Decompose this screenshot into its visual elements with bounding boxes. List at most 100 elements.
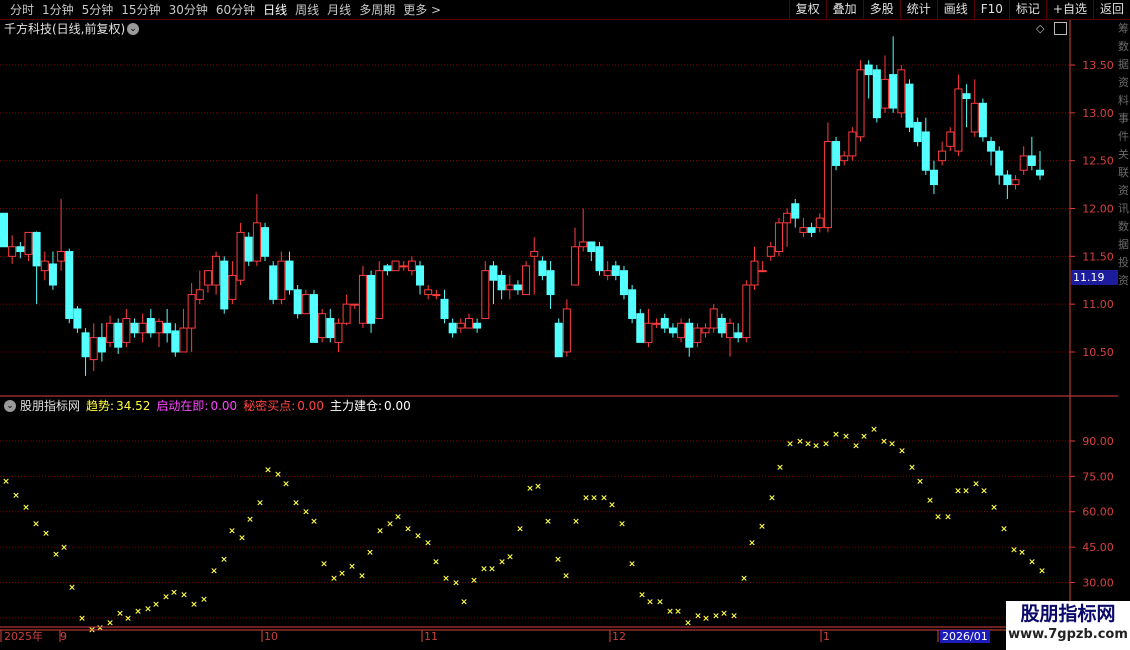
side-tab-glyph[interactable]: 数: [1118, 218, 1130, 236]
candle-up: [342, 303, 351, 324]
indicator-dot: ×: [144, 604, 152, 614]
side-tab-glyph[interactable]: 件: [1118, 128, 1130, 146]
candle-down: [448, 322, 457, 334]
indicator-dot: ×: [656, 597, 664, 607]
candle-down: [309, 294, 318, 343]
candle-up: [358, 274, 367, 324]
side-tab-glyph[interactable]: 投: [1118, 254, 1130, 272]
indicator-dot: ×: [1010, 545, 1018, 555]
candle-up: [848, 131, 857, 157]
indicator-dot: ×: [68, 583, 76, 593]
side-tab-glyph[interactable]: 事: [1118, 110, 1130, 128]
start-label: 启动在即:: [156, 399, 209, 413]
indicator-dot: ×: [990, 503, 998, 513]
chevron-down-icon[interactable]: ⌄: [4, 400, 16, 412]
candle-up: [318, 313, 327, 339]
side-tab-glyph[interactable]: 资: [1118, 272, 1130, 290]
indicator-dot: ×: [666, 607, 674, 617]
trend-value: 34.52: [116, 399, 151, 413]
candle-up: [897, 69, 906, 114]
indicator-dot: ×: [238, 534, 246, 544]
candle-down: [889, 74, 898, 109]
indicator-dot: ×: [740, 574, 748, 584]
indicator-dot: ×: [796, 437, 804, 447]
candle-down: [685, 322, 694, 348]
side-tab-glyph[interactable]: 关: [1118, 146, 1130, 164]
indicator-header: ⌄ 股朋指标网 趋势: 34.52 启动在即: 0.00 秘密买点: 0.00 …: [4, 398, 413, 414]
candlestick-series: [0, 36, 1044, 376]
chart-canvas[interactable]: 10.5011.0011.5012.0012.5013.0013.50 15.0…: [0, 0, 1130, 650]
indicator-dot: ×: [1018, 548, 1026, 558]
side-tab-glyph[interactable]: 讯: [1118, 200, 1130, 218]
indicator-dot: ×: [190, 600, 198, 610]
indicator-dot: ×: [812, 442, 820, 452]
candle-down: [285, 260, 294, 291]
indicator-tick-label: 60.00: [1082, 506, 1114, 519]
side-tab-glyph[interactable]: 据: [1118, 56, 1130, 74]
time-tick-label: 2025年: [4, 630, 43, 643]
candle-down: [261, 227, 270, 257]
indicator-dot: ×: [264, 465, 272, 475]
side-tab-glyph[interactable]: 数: [1118, 38, 1130, 56]
candle-up: [252, 222, 261, 262]
candle-up: [726, 322, 735, 339]
indicator-dot: ×: [200, 595, 208, 605]
indicator-dot: ×: [852, 442, 860, 452]
indicator-tick-label: 90.00: [1082, 435, 1114, 448]
candle-down: [905, 83, 914, 128]
indicator-dot: ×: [618, 520, 626, 530]
price-tick-label: 11.00: [1082, 298, 1114, 311]
candle-down: [367, 274, 376, 324]
candle-down: [73, 308, 82, 329]
indicator-dot: ×: [554, 555, 562, 565]
indicator-dot: ×: [608, 501, 616, 511]
candle-up: [138, 322, 147, 334]
candle-up: [456, 322, 465, 329]
time-tick-label: 1: [823, 630, 830, 643]
candle-up: [505, 284, 514, 291]
candle-down: [326, 317, 335, 339]
time-tick-label: 12: [612, 630, 626, 643]
candle-down: [81, 332, 90, 358]
candle-down: [913, 121, 922, 143]
candle-up: [24, 231, 33, 255]
candle-up: [750, 260, 759, 286]
indicator-dot: ×: [330, 574, 338, 584]
indicator-dot: ×: [944, 512, 952, 522]
indicator-dot: ×: [228, 527, 236, 537]
indicator-dot: ×: [460, 597, 468, 607]
candle-down: [489, 265, 498, 281]
side-tab-glyph[interactable]: 据: [1118, 236, 1130, 254]
indicator-dot: ×: [562, 571, 570, 581]
time-tick-label: 10: [264, 630, 278, 643]
indicator-dot: ×: [506, 553, 514, 563]
indicator-dot: ×: [768, 494, 776, 504]
side-tab-glyph[interactable]: 资: [1118, 182, 1130, 200]
candle-up: [122, 317, 131, 343]
candle-up: [40, 260, 49, 272]
indicator-axis: 15.0030.0045.0060.0075.0090.00: [1070, 435, 1114, 625]
side-tab-glyph[interactable]: 筹: [1118, 20, 1130, 38]
side-tab-glyph[interactable]: 资: [1118, 74, 1130, 92]
indicator-dot: ×: [822, 439, 830, 449]
price-tick-label: 13.00: [1082, 107, 1114, 120]
indicator-dot: ×: [804, 439, 812, 449]
candle-up: [783, 212, 792, 224]
indicator-dot: ×: [442, 574, 450, 584]
candle-up: [579, 241, 588, 248]
indicator-dot: ×: [60, 543, 68, 553]
candle-down: [864, 64, 873, 76]
indicator-dot: ×: [758, 522, 766, 532]
candle-up: [236, 231, 245, 281]
indicator-dot: ×: [78, 614, 86, 624]
side-tab-glyph[interactable]: 料: [1118, 92, 1130, 110]
indicator-dot: ×: [170, 588, 178, 598]
candle-down: [269, 265, 278, 300]
side-tab-glyph[interactable]: 联: [1118, 164, 1130, 182]
candle-up: [709, 308, 718, 329]
indicator-dot: ×: [348, 562, 356, 572]
side-panel-strip[interactable]: 筹数据资料事件关联资讯数据投资: [1118, 20, 1130, 640]
candle-down: [293, 289, 302, 315]
candle-down: [48, 263, 57, 286]
candle-up: [89, 337, 98, 361]
